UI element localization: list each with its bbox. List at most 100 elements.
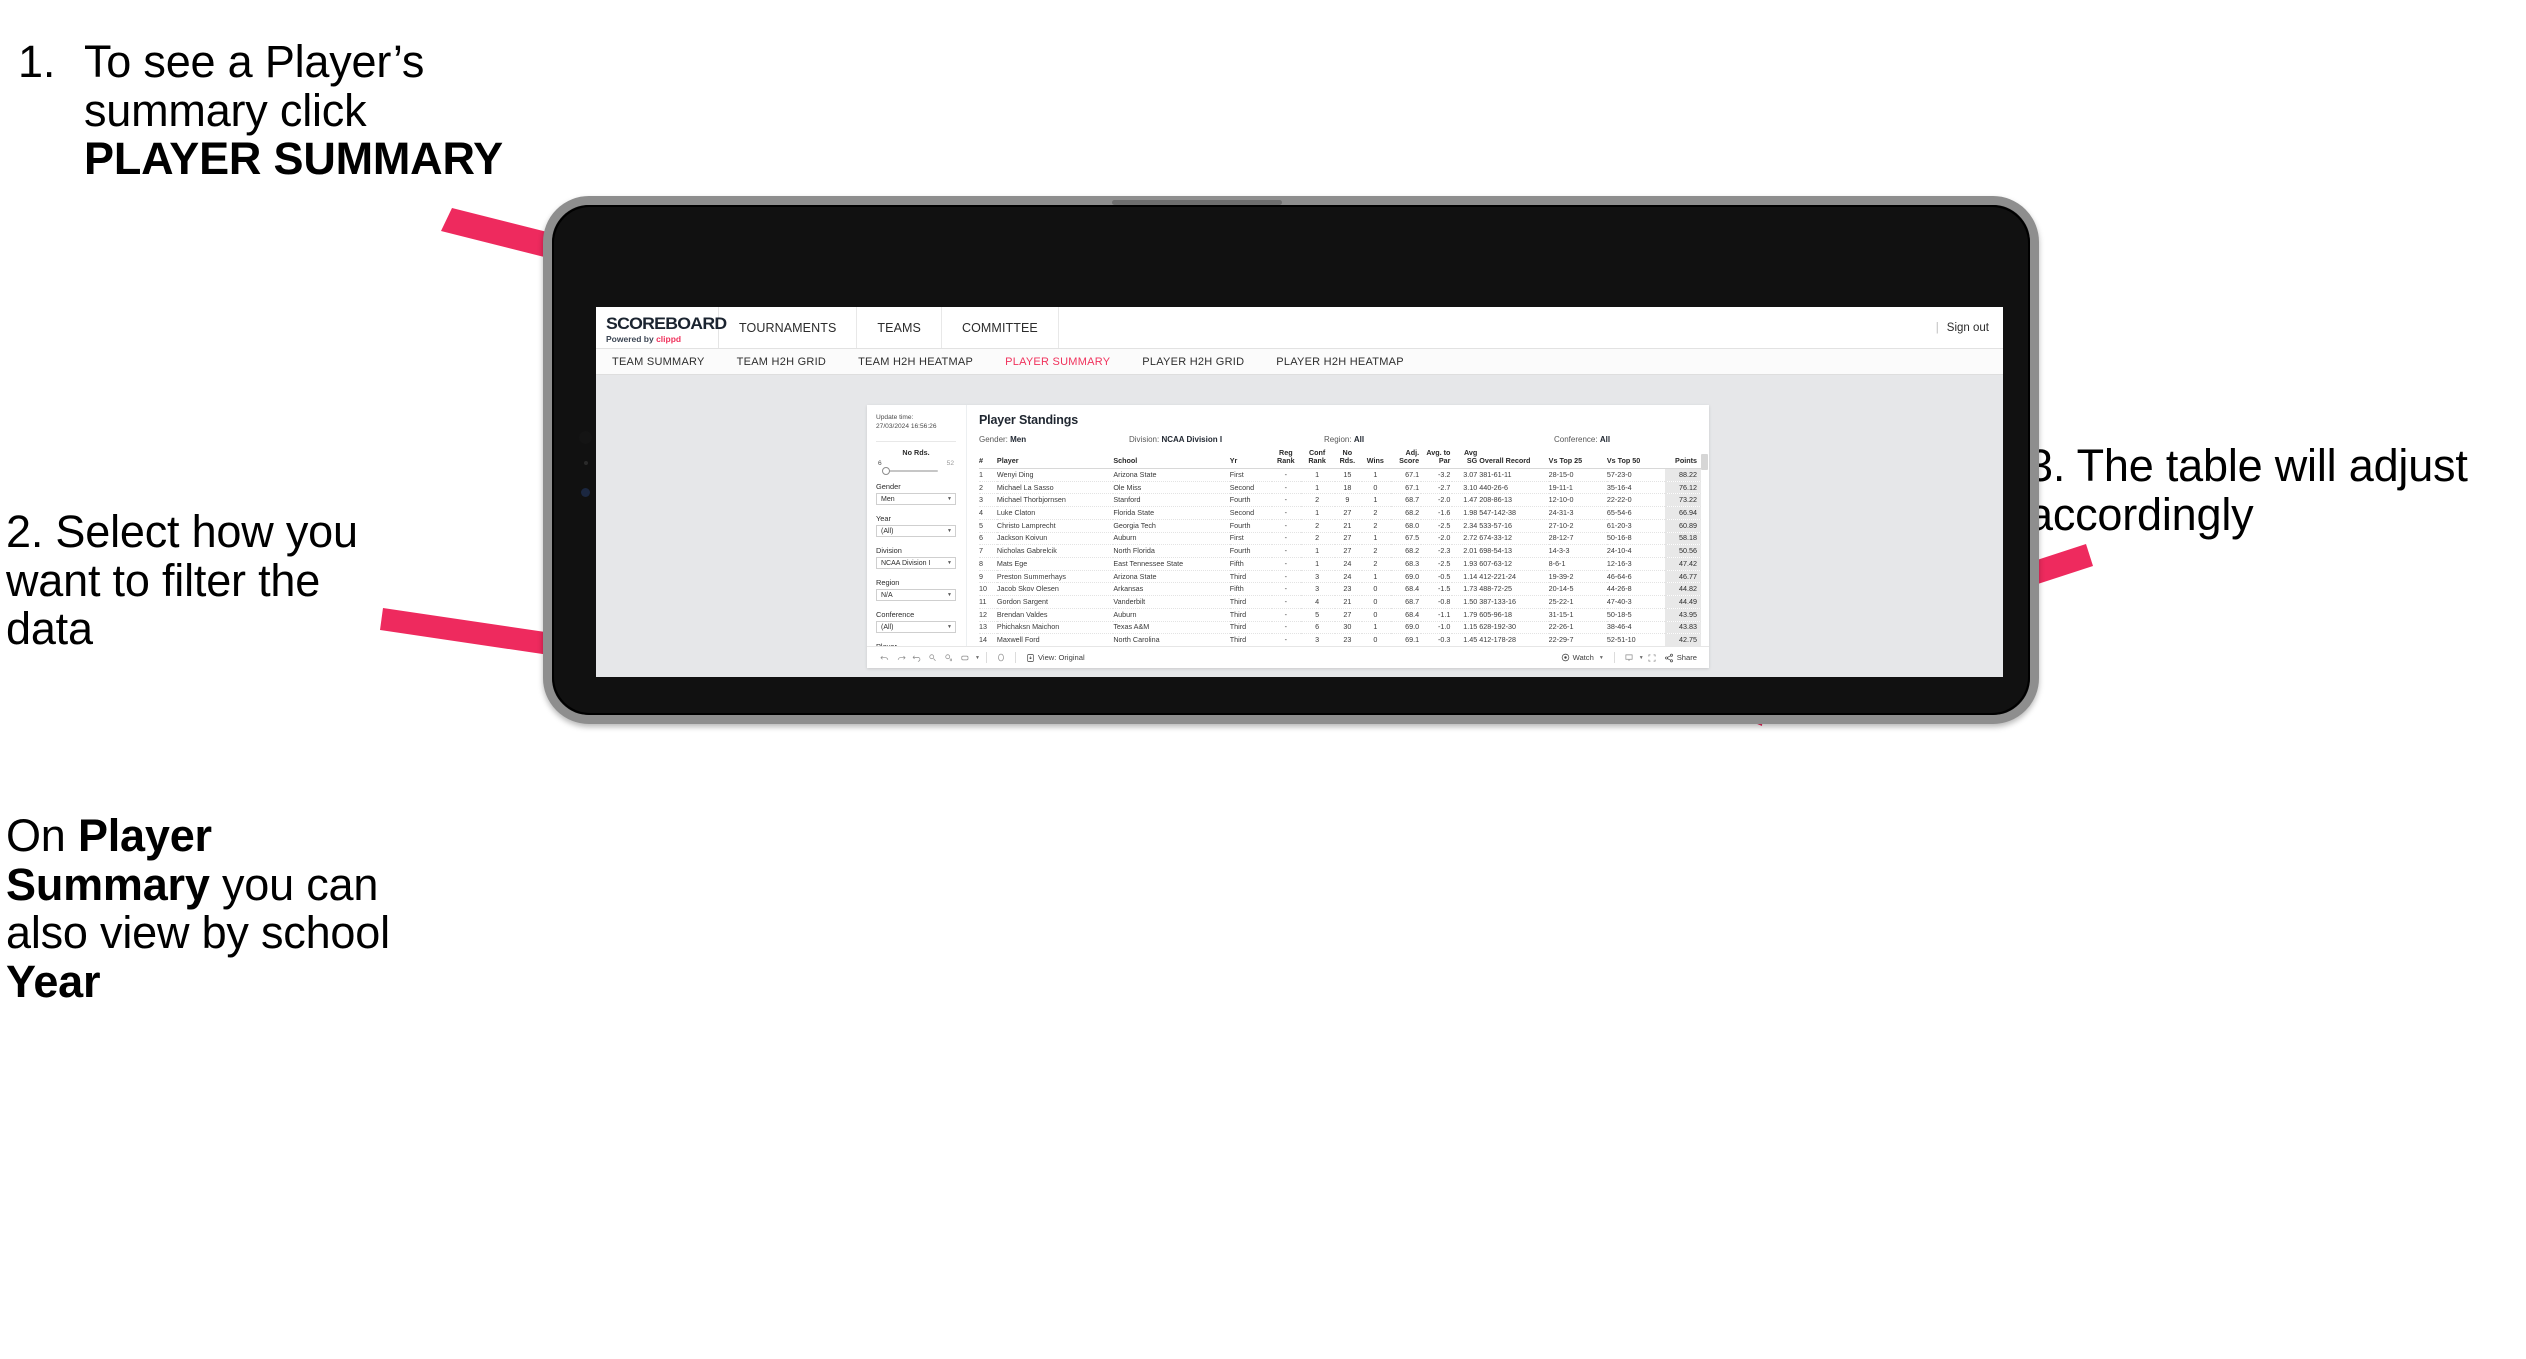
col-points[interactable]: Points (1665, 449, 1701, 470)
scoreboard-logo[interactable]: SCOREBOARD Powered by clippd (596, 307, 727, 348)
table-row[interactable]: 8 Mats Ege East Tennessee State Fifth -1 24 2 6… (979, 557, 1701, 571)
col-wins[interactable]: Wins (1361, 449, 1391, 470)
tab-team-h2h-grid[interactable]: TEAM H2H GRID (737, 356, 844, 368)
table-row[interactable]: 2 Michael La Sasso Ole Miss Second -1 18 0 67.1… (979, 481, 1701, 495)
device-layout-icon[interactable] (957, 650, 973, 666)
download-icon[interactable] (1621, 650, 1637, 666)
col-vs-top-25[interactable]: Vs Top 25 (1548, 449, 1607, 470)
watch-button[interactable]: Watch ▼ (1557, 653, 1608, 662)
fullscreen-icon[interactable] (1644, 650, 1660, 666)
col-adj-score[interactable]: Adj. Score (1390, 448, 1422, 470)
table-header-row-group: # Player School Yr Reg Rank Conf Rank No… (979, 448, 1701, 470)
col-rank[interactable]: # (979, 449, 997, 470)
table-body: 1 Wenyi Ding Arizona State First -1 15 1 67.1 -3… (979, 468, 1701, 646)
col-yr[interactable]: Yr (1229, 449, 1273, 470)
col-player[interactable]: Player (996, 449, 1114, 470)
cell-reg-rank: - (1272, 608, 1302, 622)
table-row[interactable]: 10 Jacob Skov Olesen Arkansas Fifth -3 23 0 68.… (979, 582, 1701, 597)
cell-player: Luke Claton (996, 506, 1114, 520)
pause-auto-update-icon[interactable] (941, 650, 957, 666)
no-rounds-slider[interactable] (882, 466, 952, 475)
cell-rank: 2 (979, 481, 997, 495)
cell-vs-top-25: 14-3-3 (1548, 544, 1607, 558)
table-row[interactable]: 5 Christo Lamprecht Georgia Tech Fourth -2 21… (979, 519, 1701, 533)
col-avg-to-par[interactable]: Avg. to Par (1421, 448, 1453, 470)
table-row[interactable]: 12 Brendan Valdes Auburn Third -5 27 0 68.4 -1.1… (979, 608, 1701, 622)
filter-division-select[interactable]: NCAA Division I ▼ (876, 557, 956, 569)
filter-year: Year (All) ▼ (876, 514, 956, 537)
sign-out-link[interactable]: Sign out (1947, 322, 1989, 334)
cell-conf-rank: 2 (1301, 519, 1335, 533)
cell-avg-to-par: -2.0 (1421, 493, 1453, 508)
table-scroll-area[interactable]: # Player School Yr Reg Rank Conf Rank No… (967, 444, 1709, 646)
table-row[interactable]: 4 Luke Claton Florida State Second -1 27 2 68.2… (979, 506, 1701, 520)
col-avg-sg[interactable]: Avg SG (1452, 448, 1480, 470)
tab-player-summary[interactable]: PLAYER SUMMARY (1005, 356, 1128, 368)
filter-region-select[interactable]: N/A ▼ (876, 589, 956, 601)
view-original-button[interactable]: View: Original (1022, 653, 1089, 663)
cell-avg-sg: 1.79 (1452, 608, 1480, 622)
tab-player-h2h-grid[interactable]: PLAYER H2H GRID (1142, 356, 1262, 368)
cell-vs-top-25: 31-15-1 (1548, 608, 1607, 622)
chevron-down-icon[interactable]: ▼ (975, 655, 980, 661)
cell-vs-top-25: 28-15-0 (1548, 468, 1607, 482)
col-no-rds[interactable]: No Rds. (1334, 448, 1362, 470)
topnav-item-tournaments[interactable]: TOURNAMENTS (719, 307, 858, 348)
tab-team-summary[interactable]: TEAM SUMMARY (612, 356, 723, 368)
topnav-item-committee[interactable]: COMMITTEE (942, 307, 1059, 348)
cell-wins: 0 (1361, 595, 1391, 609)
cell-rank: 4 (979, 506, 997, 520)
summary-region-value: All (1353, 435, 1365, 444)
powered-prefix: Powered by (606, 334, 657, 345)
cell-vs-top-25: 27-10-2 (1548, 519, 1607, 533)
table-row[interactable]: 1 Wenyi Ding Arizona State First -1 15 1 67.1 -3… (979, 468, 1701, 482)
filter-gender-label: Gender (876, 481, 901, 491)
revert-icon[interactable] (909, 650, 925, 666)
refresh-icon[interactable] (925, 650, 941, 666)
cell-adj-score: 68.4 (1390, 608, 1422, 622)
cell-vs-top-50: 24-10-4 (1606, 544, 1666, 558)
cell-overall-record: 440-26-6 (1479, 481, 1549, 495)
filter-gender-select[interactable]: Men ▼ (876, 493, 956, 505)
table-row[interactable]: 6 Jackson Koivun Auburn First -2 27 1 67.5 -2.0 2… (979, 532, 1701, 546)
annotation-step-2-note-a: On (6, 810, 78, 861)
filter-conference-select[interactable]: (All) ▼ (876, 621, 956, 633)
table-row[interactable]: 7 Nicholas Gabrelcik North Florida Fourth -1… (979, 544, 1701, 558)
sub-navigation-tabs: TEAM SUMMARY TEAM H2H GRID TEAM H2H HEAT… (596, 349, 2003, 375)
table-row[interactable]: 13 Phichaksn Maichon Texas A&M Third -6 30 1 69… (979, 621, 1701, 635)
cell-player: Phichaksn Maichon (996, 621, 1114, 635)
table-row[interactable]: 9 Preston Summerhays Arizona State Third -3 2… (979, 570, 1701, 584)
cell-points: 44.49 (1665, 595, 1701, 609)
player-standings-card: Update time: 27/03/2024 16:56:26 No Rds.… (867, 405, 1709, 668)
cell-no-rds: 27 (1334, 608, 1362, 622)
topnav-item-teams[interactable]: TEAMS (857, 307, 942, 348)
tab-team-h2h-heatmap[interactable]: TEAM H2H HEATMAP (858, 356, 991, 368)
cell-overall-record: 208-86-13 (1479, 493, 1549, 508)
cell-school: Stanford (1113, 493, 1230, 508)
filter-year-select[interactable]: (All) ▼ (876, 525, 956, 537)
cell-yr: Fourth (1229, 519, 1273, 533)
cell-no-rds: 23 (1334, 633, 1362, 646)
pause-icon[interactable] (993, 650, 1009, 666)
vertical-scrollbar[interactable] (1701, 454, 1708, 470)
col-reg-rank[interactable]: Reg Rank (1272, 448, 1302, 470)
col-vs-top-50[interactable]: Vs Top 50 (1606, 449, 1666, 470)
cell-yr: Third (1229, 570, 1273, 584)
cell-school: Auburn (1113, 532, 1230, 546)
cell-school: Arkansas (1113, 582, 1230, 597)
summary-division-label: Division: (1129, 435, 1160, 444)
table-row[interactable]: 3 Michael Thorbjornsen Stanford Fourth -2 9 1 6… (979, 493, 1701, 508)
tab-player-h2h-heatmap[interactable]: PLAYER H2H HEATMAP (1276, 356, 1422, 368)
col-conf-rank[interactable]: Conf Rank (1301, 448, 1335, 470)
table-row[interactable]: 14 Maxwell Ford North Carolina Third -3 23 0 69… (979, 633, 1701, 646)
slider-handle[interactable] (882, 466, 890, 475)
redo-icon[interactable] (893, 650, 909, 666)
table-row[interactable]: 11 Gordon Sargent Vanderbilt Third -4 21 0 68.7… (979, 595, 1701, 609)
share-button[interactable]: Share (1660, 653, 1701, 663)
cell-vs-top-25: 28-12-7 (1548, 532, 1607, 546)
cell-conf-rank: 1 (1301, 506, 1335, 520)
col-overall-record[interactable]: Overall Record (1479, 449, 1549, 470)
cell-wins: 1 (1361, 621, 1391, 635)
undo-icon[interactable] (877, 650, 893, 666)
col-school[interactable]: School (1113, 449, 1230, 470)
